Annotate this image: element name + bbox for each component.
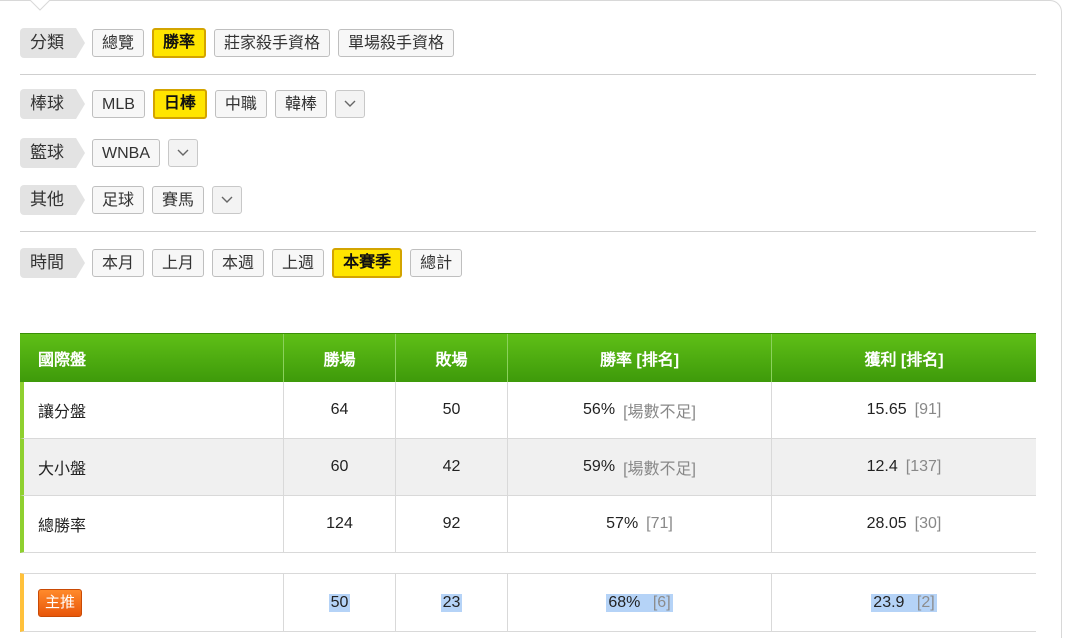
row-winrate: 57% [71] xyxy=(508,496,772,552)
chevron-down-icon xyxy=(177,149,189,156)
winrate-value: 57% xyxy=(606,515,639,532)
row-wins: 64 xyxy=(284,382,396,438)
profit-rank: [30] xyxy=(914,515,942,532)
row-losses: 42 xyxy=(396,439,508,495)
row-profit: 28.05 [30] xyxy=(772,496,1036,552)
other-label: 其他 xyxy=(20,185,85,215)
row-winrate: 59% [場數不足] xyxy=(508,439,772,495)
row-name: 讓分盤 xyxy=(24,382,284,438)
row-name: 大小盤 xyxy=(24,439,284,495)
wnba-button[interactable]: WNBA xyxy=(92,139,160,167)
category-filter-row: 分類 總覽 勝率 莊家殺手資格 單場殺手資格 xyxy=(20,27,462,59)
row-winrate: 56% [場數不足] xyxy=(508,382,772,438)
this-season-button[interactable]: 本賽季 xyxy=(332,248,403,278)
category-overview-button[interactable]: 總覽 xyxy=(92,29,145,57)
header-wins: 勝場 xyxy=(284,334,396,382)
soccer-button[interactable]: 足球 xyxy=(92,186,145,214)
chevron-down-icon xyxy=(344,100,356,107)
time-label: 時間 xyxy=(20,248,85,278)
stats-table: 國際盤 勝場 敗場 勝率 [排名] 獲利 [排名] 讓分盤 64 50 56% … xyxy=(20,333,1036,632)
featured-wins-cell: 50 xyxy=(284,574,396,631)
featured-badge[interactable]: 主推 xyxy=(38,588,83,617)
row-profit: 15.65 [91] xyxy=(772,382,1036,438)
baseball-filter-row: 棒球 MLB 日棒 中職 韓棒 xyxy=(20,88,365,120)
table-header: 國際盤 勝場 敗場 勝率 [排名] 獲利 [排名] xyxy=(20,333,1036,382)
divider xyxy=(20,231,1036,232)
featured-profit-selection: 23.9 [2] xyxy=(871,593,937,612)
horse-racing-button[interactable]: 賽馬 xyxy=(152,186,205,214)
profit-value: 23.9 xyxy=(873,593,905,611)
winrate-rank: [6] xyxy=(652,593,671,611)
this-week-button[interactable]: 本週 xyxy=(212,249,265,277)
winrate-rank: [71] xyxy=(646,515,673,532)
header-losses: 敗場 xyxy=(396,334,508,382)
featured-losses-cell: 23 xyxy=(396,574,508,631)
header-winrate-rank: 勝率 [排名] xyxy=(508,334,772,382)
header-profit-rank: 獲利 [排名] xyxy=(864,352,944,369)
table-gap xyxy=(20,553,1036,573)
row-name: 總勝率 xyxy=(24,496,284,552)
header-market: 國際盤 xyxy=(20,334,284,382)
profit-value: 12.4 xyxy=(866,458,898,475)
last-week-button[interactable]: 上週 xyxy=(272,249,325,277)
side-marker xyxy=(0,332,6,372)
winrate-value: 68% xyxy=(608,593,641,611)
row-losses: 92 xyxy=(396,496,508,552)
mlb-button[interactable]: MLB xyxy=(92,90,145,118)
featured-losses: 23 xyxy=(440,593,463,612)
featured-row: 主推 50 23 68% [6] 23.9 [2] xyxy=(20,573,1036,632)
winrate-value: 59% xyxy=(583,458,616,475)
basketball-filter-row: 籃球 WNBA xyxy=(20,137,198,169)
cpbl-button[interactable]: 中職 xyxy=(214,90,267,118)
featured-winrate-selection: 68% [6] xyxy=(606,593,673,612)
featured-wins: 50 xyxy=(328,593,351,612)
category-single-killer-button[interactable]: 單場殺手資格 xyxy=(338,29,455,57)
time-filter-row: 時間 本月 上月 本週 上週 本賽季 總計 xyxy=(20,247,470,279)
winrate-rank: [場數不足] xyxy=(623,461,696,478)
winrate-rank: [場數不足] xyxy=(623,404,696,421)
other-more-dropdown[interactable] xyxy=(212,186,243,214)
category-winrate-button[interactable]: 勝率 xyxy=(152,28,207,58)
row-wins: 60 xyxy=(284,439,396,495)
winrate-value: 56% xyxy=(583,401,616,418)
this-month-button[interactable]: 本月 xyxy=(92,249,145,277)
last-month-button[interactable]: 上月 xyxy=(152,249,205,277)
table-row: 讓分盤 64 50 56% [場數不足] 15.65 [91] xyxy=(20,382,1036,439)
table-row: 總勝率 124 92 57% [71] 28.05 [30] xyxy=(20,496,1036,553)
row-profit: 12.4 [137] xyxy=(772,439,1036,495)
category-label: 分類 xyxy=(20,28,85,58)
other-filter-row: 其他 足球 賽馬 xyxy=(20,184,243,216)
kbo-button[interactable]: 韓棒 xyxy=(274,90,327,118)
featured-profit-cell: 23.9 [2] xyxy=(772,574,1036,631)
profit-rank: [137] xyxy=(905,458,942,475)
profit-rank: [2] xyxy=(916,593,935,611)
npb-button[interactable]: 日棒 xyxy=(152,89,207,119)
profit-value: 15.65 xyxy=(866,401,907,418)
category-bookie-killer-button[interactable]: 莊家殺手資格 xyxy=(214,29,331,57)
row-losses: 50 xyxy=(396,382,508,438)
row-wins: 124 xyxy=(284,496,396,552)
basketball-label: 籃球 xyxy=(20,138,85,168)
divider xyxy=(20,74,1036,75)
pointer-notch xyxy=(30,0,50,11)
featured-name-cell: 主推 xyxy=(24,574,284,631)
profit-value: 28.05 xyxy=(866,515,907,532)
total-button[interactable]: 總計 xyxy=(410,249,463,277)
baseball-more-dropdown[interactable] xyxy=(334,90,365,118)
baseball-label: 棒球 xyxy=(20,89,85,119)
featured-winrate-cell: 68% [6] xyxy=(508,574,772,631)
table-row: 大小盤 60 42 59% [場數不足] 12.4 [137] xyxy=(20,439,1036,496)
chevron-down-icon xyxy=(221,196,233,203)
basketball-more-dropdown[interactable] xyxy=(168,139,198,167)
profit-rank: [91] xyxy=(914,401,942,418)
